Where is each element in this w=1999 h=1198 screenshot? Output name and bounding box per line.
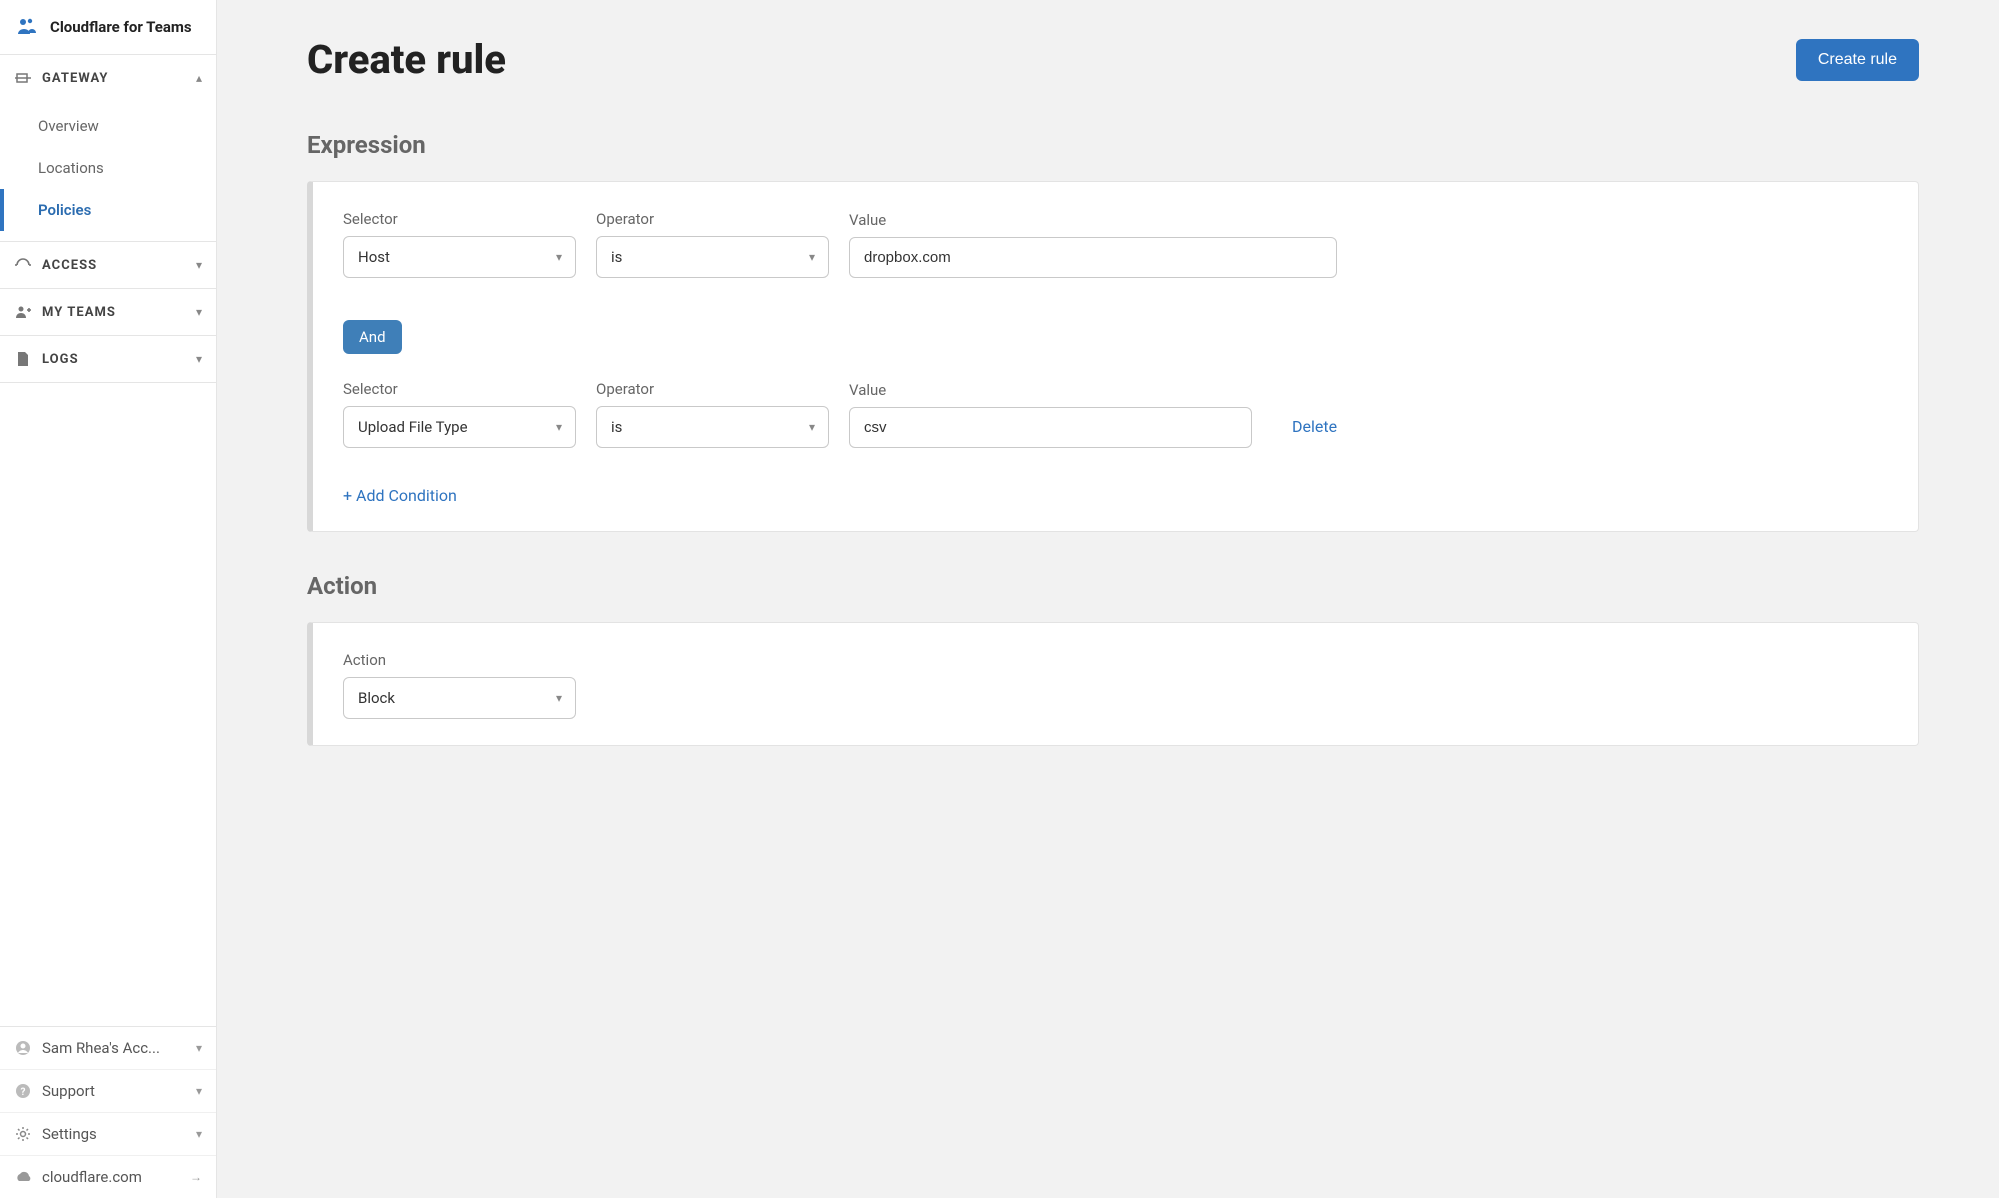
selector-select-2[interactable]: Upload File Type <box>343 406 576 448</box>
value-field-1: Value <box>849 211 1337 278</box>
brand-icon <box>16 18 40 36</box>
nav-header-logs[interactable]: LOGS ▾ <box>0 336 216 382</box>
settings-row[interactable]: Settings ▾ <box>0 1112 216 1155</box>
brand-header: Cloudflare for Teams <box>0 0 216 55</box>
logs-icon <box>14 350 32 368</box>
and-badge[interactable]: And <box>343 320 402 354</box>
action-value: Block <box>343 677 576 719</box>
nav-section-gateway: GATEWAY ▴ Overview Locations Policies <box>0 55 216 242</box>
link-row[interactable]: cloudflare.com → <box>0 1155 216 1198</box>
operator-select-1[interactable]: is <box>596 236 829 278</box>
selector-field-2: Selector Upload File Type <box>343 380 576 448</box>
support-row[interactable]: ? Support ▾ <box>0 1069 216 1112</box>
nav-header-gateway[interactable]: GATEWAY ▴ <box>0 55 216 101</box>
selector-label: Selector <box>343 380 576 398</box>
sidebar-item-locations[interactable]: Locations <box>0 147 216 189</box>
main-content: Create rule Create rule Expression Selec… <box>217 0 1999 1198</box>
expression-card: Selector Host Operator is Value And <box>307 181 1919 532</box>
sidebar-item-policies[interactable]: Policies <box>0 189 216 231</box>
add-condition-link[interactable]: + Add Condition <box>343 486 457 505</box>
operator-select-2[interactable]: is <box>596 406 829 448</box>
svg-text:?: ? <box>21 1087 26 1098</box>
link-label: cloudflare.com <box>42 1168 180 1186</box>
selector-value-1: Host <box>343 236 576 278</box>
nav-header-label: ACCESS <box>42 258 186 273</box>
account-label: Sam Rhea's Acc... <box>42 1039 186 1057</box>
action-card: Action Block <box>307 622 1919 746</box>
support-label: Support <box>42 1082 186 1100</box>
gateway-icon <box>14 69 32 87</box>
nav-header-myteams[interactable]: MY TEAMS ▾ <box>0 289 216 335</box>
expression-row-2: Selector Upload File Type Operator is Va… <box>343 380 1888 448</box>
chevron-down-icon: ▾ <box>196 1084 202 1098</box>
app-root: Cloudflare for Teams GATEWAY ▴ Overview … <box>0 0 1999 1198</box>
myteams-icon <box>14 303 32 321</box>
settings-label: Settings <box>42 1125 186 1143</box>
sidebar-item-overview[interactable]: Overview <box>0 105 216 147</box>
nav-primary: GATEWAY ▴ Overview Locations Policies AC… <box>0 55 216 1026</box>
action-label: Action <box>343 651 576 669</box>
gear-icon <box>14 1125 32 1143</box>
selector-value-2: Upload File Type <box>343 406 576 448</box>
nav-header-access[interactable]: ACCESS ▾ <box>0 242 216 288</box>
value-label: Value <box>849 211 1337 229</box>
expression-section-title: Expression <box>307 131 1919 159</box>
delete-condition-link[interactable]: Delete <box>1292 417 1337 448</box>
operator-field-1: Operator is <box>596 210 829 278</box>
cloud-icon <box>14 1168 32 1186</box>
operator-label: Operator <box>596 380 829 398</box>
nav-children-gateway: Overview Locations Policies <box>0 101 216 241</box>
chevron-down-icon: ▾ <box>196 1127 202 1141</box>
arrow-right-icon: → <box>190 1170 202 1184</box>
operator-value-2: is <box>596 406 829 448</box>
value-field-2: Value <box>849 381 1252 448</box>
chevron-down-icon: ▾ <box>196 258 202 272</box>
create-rule-button[interactable]: Create rule <box>1796 39 1919 81</box>
account-row[interactable]: Sam Rhea's Acc... ▾ <box>0 1027 216 1069</box>
nav-section-myteams: MY TEAMS ▾ <box>0 289 216 336</box>
action-select[interactable]: Block <box>343 677 576 719</box>
nav-header-label: LOGS <box>42 352 186 367</box>
page-title: Create rule <box>307 36 506 83</box>
sidebar: Cloudflare for Teams GATEWAY ▴ Overview … <box>0 0 217 1198</box>
operator-field-2: Operator is <box>596 380 829 448</box>
nav-section-access: ACCESS ▾ <box>0 242 216 289</box>
user-icon <box>14 1039 32 1057</box>
chevron-down-icon: ▾ <box>196 305 202 319</box>
nav-section-logs: LOGS ▾ <box>0 336 216 383</box>
value-label: Value <box>849 381 1252 399</box>
sidebar-footer: Sam Rhea's Acc... ▾ ? Support ▾ Settings… <box>0 1026 216 1198</box>
selector-label: Selector <box>343 210 576 228</box>
nav-header-label: MY TEAMS <box>42 305 186 320</box>
nav-header-label: GATEWAY <box>42 71 186 86</box>
selector-select-1[interactable]: Host <box>343 236 576 278</box>
operator-value-1: is <box>596 236 829 278</box>
selector-field-1: Selector Host <box>343 210 576 278</box>
page-header: Create rule Create rule <box>307 36 1919 83</box>
operator-label: Operator <box>596 210 829 228</box>
access-icon <box>14 256 32 274</box>
brand-title: Cloudflare for Teams <box>50 18 192 36</box>
chevron-down-icon: ▾ <box>196 352 202 366</box>
chevron-down-icon: ▾ <box>196 1041 202 1055</box>
value-input-1[interactable] <box>849 237 1337 278</box>
value-input-2[interactable] <box>849 407 1252 448</box>
action-field: Action Block <box>343 651 576 719</box>
expression-row-1: Selector Host Operator is Value <box>343 210 1888 278</box>
help-icon: ? <box>14 1082 32 1100</box>
chevron-up-icon: ▴ <box>196 71 202 85</box>
action-section-title: Action <box>307 572 1919 600</box>
